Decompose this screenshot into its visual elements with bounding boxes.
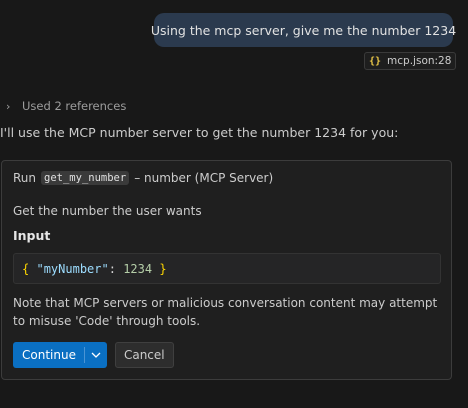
json-open-brace: { xyxy=(22,261,30,276)
tool-run-title: Run get_my_number – number (MCP Server) xyxy=(13,171,273,185)
chevron-down-icon[interactable] xyxy=(85,342,107,368)
security-note: Note that MCP servers or malicious conve… xyxy=(13,296,438,328)
run-suffix: – number (MCP Server) xyxy=(134,171,274,185)
used-references-toggle[interactable]: › Used 2 references xyxy=(6,98,126,114)
tool-name: get_my_number xyxy=(41,171,130,185)
user-message-bubble: Using the mcp server, give me the number… xyxy=(150,13,457,47)
action-buttons: Continue Cancel xyxy=(13,342,174,368)
continue-button-label: Continue xyxy=(22,348,76,362)
json-braces-icon: {} xyxy=(369,55,382,67)
json-key: "myNumber" xyxy=(36,261,109,276)
run-prefix: Run xyxy=(13,171,37,185)
reference-chip-label: mcp.json:28 xyxy=(387,55,452,67)
tool-input-code: { "myNumber" : 1234 } xyxy=(13,253,441,284)
json-close-brace: } xyxy=(159,261,167,276)
tool-confirmation-card: Run get_my_number – number (MCP Server) … xyxy=(1,160,452,380)
chevron-right-icon: › xyxy=(6,99,11,113)
input-heading: Input xyxy=(13,228,51,243)
cancel-button-label: Cancel xyxy=(123,348,165,362)
json-value: 1234 xyxy=(123,261,153,276)
used-references-label: Used 2 references xyxy=(22,99,127,113)
reference-chip[interactable]: {} mcp.json:28 xyxy=(364,52,457,70)
continue-button[interactable]: Continue xyxy=(13,342,107,368)
chat-panel: Using the mcp server, give me the number… xyxy=(0,0,468,408)
cancel-button[interactable]: Cancel xyxy=(114,342,174,368)
tool-description: Get the number the user wants xyxy=(13,204,202,218)
json-colon: : xyxy=(108,261,116,276)
assistant-message: I'll use the MCP number server to get th… xyxy=(0,125,399,140)
user-message-text: Using the mcp server, give me the number… xyxy=(150,22,457,38)
